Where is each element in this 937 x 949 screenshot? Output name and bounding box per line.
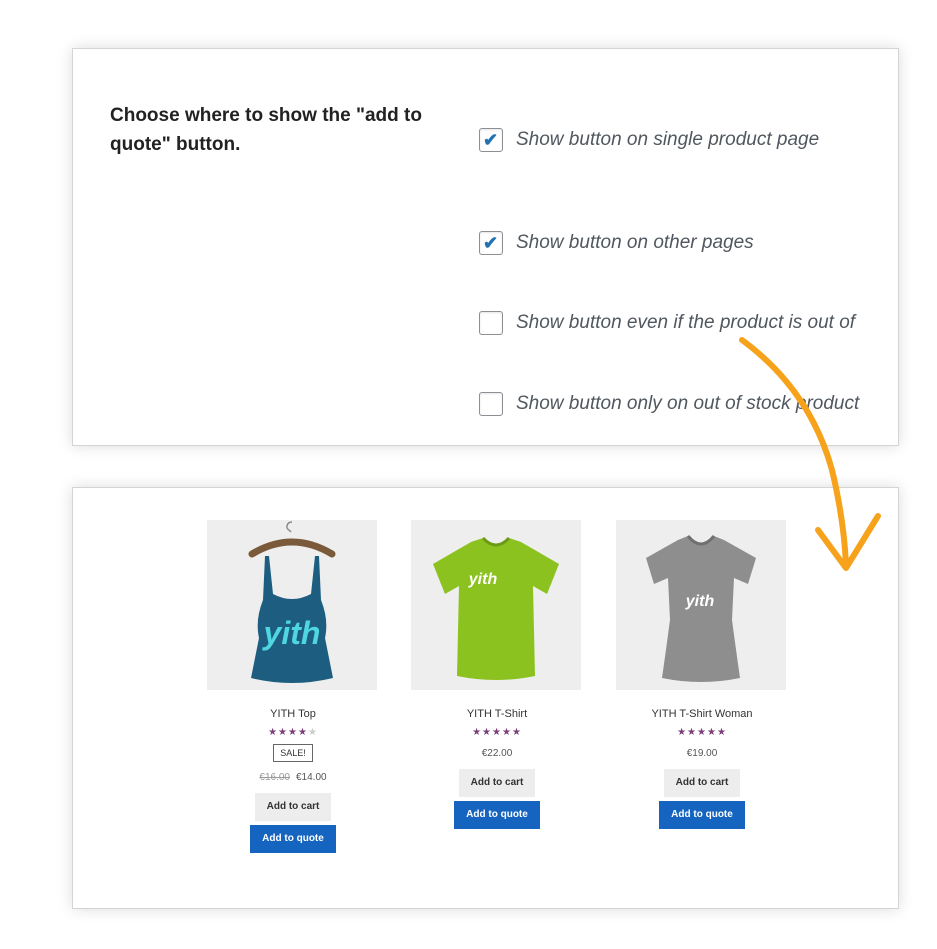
current-price: €22.00 xyxy=(481,748,513,759)
checkbox-only-out-of-stock[interactable] xyxy=(479,392,503,416)
product-name[interactable]: YITH Top xyxy=(207,708,379,720)
option-other-pages[interactable]: ✔ Show button on other pages xyxy=(479,231,888,261)
checkbox-single-product-page[interactable]: ✔ xyxy=(479,128,503,152)
product-image[interactable]: yith xyxy=(411,520,581,690)
product-card: yith YITH Top ★★★★★ SALE! €16.00 €14.00 A… xyxy=(207,520,379,853)
tank-top-icon: yith xyxy=(248,521,336,683)
option-label: Show button even if the product is out o… xyxy=(516,312,856,333)
star-rating: ★★★★★ xyxy=(411,727,583,738)
check-icon: ✔ xyxy=(483,233,499,253)
product-price: €19.00 xyxy=(616,748,788,759)
option-label: Show button only on out of stock product xyxy=(516,393,860,414)
add-to-quote-button[interactable]: Add to quote xyxy=(250,825,336,853)
checkbox-out-of-stock-even[interactable] xyxy=(479,311,503,335)
product-name[interactable]: YITH T-Shirt xyxy=(411,708,583,720)
checkbox-other-pages[interactable]: ✔ xyxy=(479,231,503,255)
product-image[interactable]: yith xyxy=(207,520,377,690)
logo-text: yith xyxy=(468,571,498,588)
shop-content: yith YITH Top ★★★★★ SALE! €16.00 €14.00 A… xyxy=(83,498,888,898)
add-to-quote-button[interactable]: Add to quote xyxy=(454,801,540,829)
add-to-quote-button[interactable]: Add to quote xyxy=(659,801,745,829)
product-price: €22.00 xyxy=(411,748,583,759)
star-rating: ★★★★★ xyxy=(616,727,788,738)
star-rating: ★★★★★ xyxy=(207,727,379,738)
shop-preview-panel: yith YITH Top ★★★★★ SALE! €16.00 €14.00 A… xyxy=(72,487,899,909)
stars-empty: ★ xyxy=(307,727,318,738)
settings-content: Choose where to show the "add to quote" … xyxy=(83,59,888,435)
logo-text: yith xyxy=(262,615,321,651)
option-label: Show button on single product page xyxy=(516,129,820,150)
product-price: €16.00 €14.00 xyxy=(207,772,379,783)
settings-heading: Choose where to show the "add to quote" … xyxy=(110,105,422,155)
check-icon: ✔ xyxy=(483,130,499,150)
product-card: yith YITH T-Shirt ★★★★★ €22.00 Add to ca… xyxy=(411,520,583,829)
option-only-out-of-stock[interactable]: Show button only on out of stock product xyxy=(479,392,888,422)
product-name[interactable]: YITH T-Shirt Woman xyxy=(616,708,788,720)
stars-filled: ★★★★★ xyxy=(472,727,522,738)
add-to-cart-button[interactable]: Add to cart xyxy=(255,793,331,821)
stars-filled: ★★★★ xyxy=(268,727,308,738)
option-label: Show button on other pages xyxy=(516,232,754,253)
tshirt-icon: yith xyxy=(433,536,559,680)
tshirt-woman-icon: yith xyxy=(646,535,756,682)
add-to-cart-button[interactable]: Add to cart xyxy=(664,769,740,797)
current-price: €14.00 xyxy=(296,772,327,783)
logo-text: yith xyxy=(685,593,715,610)
product-image[interactable]: yith xyxy=(616,520,786,690)
product-card: yith YITH T-Shirt Woman ★★★★★ €19.00 Add… xyxy=(616,520,788,829)
option-out-of-stock-even[interactable]: Show button even if the product is out o… xyxy=(479,311,888,341)
stars-filled: ★★★★★ xyxy=(677,727,727,738)
add-to-cart-button[interactable]: Add to cart xyxy=(459,769,535,797)
current-price: €19.00 xyxy=(686,748,718,759)
option-single-product-page[interactable]: ✔ Show button on single product page xyxy=(479,128,888,158)
old-price: €16.00 xyxy=(259,772,290,783)
settings-panel: Choose where to show the "add to quote" … xyxy=(72,48,899,446)
sale-badge: SALE! xyxy=(273,744,313,762)
